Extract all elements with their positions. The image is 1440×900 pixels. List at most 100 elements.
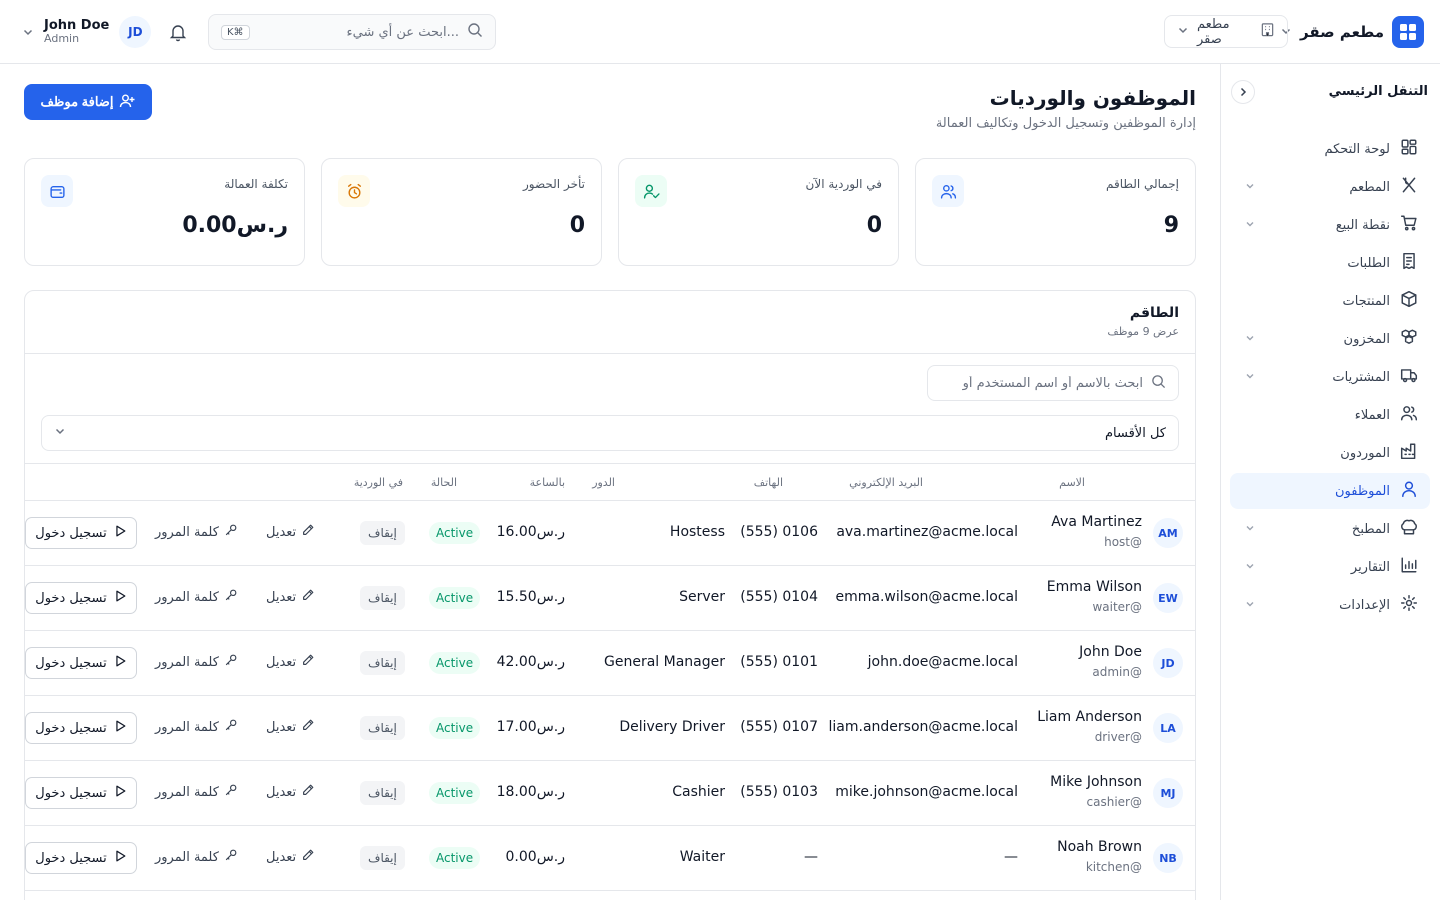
global-search-input[interactable]: ابحث عن أي شيء... K⌘ <box>208 14 496 50</box>
staff-search-input[interactable]: ابحث بالاسم أو اسم المستخدم أو <box>927 365 1179 401</box>
sidebar-item-suppliers[interactable]: الموردون <box>1230 435 1430 471</box>
truck-icon <box>1400 366 1418 388</box>
chevron-down-icon <box>1244 370 1258 384</box>
staff-panel-title: الطاقم <box>1129 305 1179 321</box>
edit-button[interactable]: تعديل <box>266 783 315 801</box>
sidebar-item-reports[interactable]: التقارير <box>1230 549 1430 585</box>
edit-button[interactable]: تعديل <box>266 523 315 541</box>
clock-in-label: تسجيل دخول <box>35 720 107 736</box>
staff-panel: الطاقم عرض 9 موظف ابحث بالاسم أو اسم الم… <box>24 290 1196 900</box>
edit-label: تعديل <box>266 524 297 540</box>
avatar: JD <box>1153 648 1183 678</box>
key-icon <box>224 523 238 541</box>
employee-phone: (555) 0103 <box>740 784 818 800</box>
add-employee-button[interactable]: إضافة موظف <box>24 84 152 120</box>
stat-value: 9 <box>1163 213 1179 238</box>
password-label: كلمة المرور <box>155 784 219 800</box>
play-icon <box>113 654 127 672</box>
sidebar-item-dashboard[interactable]: لوحة التحكم <box>1230 131 1430 167</box>
employee-email: liam.anderson@acme.local <box>828 719 1019 735</box>
sidebar-collapse-button[interactable] <box>1231 80 1255 104</box>
column-name[interactable]: الاسم <box>1059 476 1085 489</box>
edit-button[interactable]: تعديل <box>266 653 315 671</box>
bell-icon[interactable] <box>168 22 188 42</box>
reset-password-button[interactable]: كلمة المرور <box>155 848 238 866</box>
reset-password-button[interactable]: كلمة المرور <box>155 653 238 671</box>
clock-in-label: تسجيل دخول <box>35 590 107 606</box>
employee-email: — <box>1004 849 1018 865</box>
user-role: Admin <box>44 32 80 46</box>
employee-hourly-rate: ر.س15.50 <box>496 589 565 605</box>
sidebar-item-inventory[interactable]: المخزون <box>1230 321 1430 357</box>
employee-hourly-rate: ر.س42.00 <box>496 654 565 670</box>
reset-password-button[interactable]: كلمة المرور <box>155 718 238 736</box>
clock-in-button[interactable]: تسجيل دخول <box>25 517 137 549</box>
pencil-icon <box>301 783 315 801</box>
stat-card-late-arrivals: تأخر الحضور 0 <box>321 158 602 266</box>
sidebar-item-customers[interactable]: العملاء <box>1230 397 1430 433</box>
sidebar-item-label: الإعدادات <box>1339 597 1390 613</box>
column-email[interactable]: البريد الإلكتروني <box>849 476 923 489</box>
column-rate[interactable]: بالساعة <box>530 476 565 489</box>
password-label: كلمة المرور <box>155 524 219 540</box>
sidebar-item-label: لوحة التحكم <box>1324 141 1390 157</box>
users-icon <box>932 175 964 207</box>
clock-in-label: تسجيل دخول <box>35 525 107 541</box>
branch-select[interactable]: مطعم صقر <box>1164 15 1288 48</box>
employee-username: admin@ <box>1092 665 1142 679</box>
brand-switcher[interactable]: مطعم صقر <box>1280 16 1424 48</box>
column-phone[interactable]: الهاتف <box>754 476 783 489</box>
edit-button[interactable]: تعديل <box>266 848 315 866</box>
shift-badge: إيقاف <box>360 781 405 805</box>
sidebar-item-products[interactable]: المنتجات <box>1230 283 1430 319</box>
user-menu[interactable]: John Doe Admin JD <box>22 15 152 49</box>
column-role[interactable]: الدور <box>592 476 615 489</box>
staff-search-placeholder: ابحث بالاسم أو اسم المستخدم أو <box>962 375 1143 391</box>
pencil-icon <box>301 588 315 606</box>
sidebar-item-settings[interactable]: الإعدادات <box>1230 587 1430 623</box>
table-row: NB Noah Brown kitchen@ — — Waiter ر.س0.00 Activ… <box>25 826 1195 891</box>
password-label: كلمة المرور <box>155 589 219 605</box>
key-icon <box>224 653 238 671</box>
sidebar-item-restaurant[interactable]: المطعم <box>1230 169 1430 205</box>
stat-label: تكلفة العمالة <box>224 177 288 191</box>
clock-in-button[interactable]: تسجيل دخول <box>25 712 137 744</box>
add-employee-label: إضافة موظف <box>40 94 114 109</box>
play-icon <box>113 589 127 607</box>
staff-panel-subtitle: عرض 9 موظف <box>1107 325 1179 338</box>
clock-in-button[interactable]: تسجيل دخول <box>25 582 137 614</box>
reset-password-button[interactable]: كلمة المرور <box>155 783 238 801</box>
avatar: NB <box>1153 843 1183 873</box>
pencil-icon <box>301 653 315 671</box>
receipt-icon <box>1400 252 1418 274</box>
sidebar-item-label: المطعم <box>1349 179 1390 195</box>
sidebar-item-purchases[interactable]: المشتريات <box>1230 359 1430 395</box>
sidebar-item-kitchen[interactable]: المطبخ <box>1230 511 1430 547</box>
boxes-icon <box>1400 328 1418 350</box>
clock-in-button[interactable]: تسجيل دخول <box>25 647 137 679</box>
column-status[interactable]: الحالة <box>431 476 457 489</box>
sidebar-item-employees[interactable]: الموظفون <box>1230 473 1430 509</box>
sidebar-item-orders[interactable]: الطلبات <box>1230 245 1430 281</box>
brand-name: مطعم صقر <box>1300 23 1384 41</box>
sidebar-item-label: الطلبات <box>1347 255 1390 271</box>
column-shift[interactable]: في الوردية <box>354 476 403 489</box>
status-badge: Active <box>429 717 481 739</box>
play-icon <box>113 849 127 867</box>
employee-role: General Manager <box>604 654 725 670</box>
department-select[interactable]: كل الأقسام <box>41 415 1179 451</box>
table-row: LA Liam Anderson driver@ liam.anderson@acme… <box>25 696 1195 761</box>
reset-password-button[interactable]: كلمة المرور <box>155 523 238 541</box>
sidebar-nav: لوحة التحكم المطعم نقطة البيع الطلبات المنتج… <box>1230 131 1430 625</box>
reset-password-button[interactable]: كلمة المرور <box>155 588 238 606</box>
edit-button[interactable]: تعديل <box>266 588 315 606</box>
employee-username: cashier@ <box>1086 795 1142 809</box>
employee-role: Delivery Driver <box>619 719 725 735</box>
edit-button[interactable]: تعديل <box>266 718 315 736</box>
clock-in-button[interactable]: تسجيل دخول <box>25 842 137 874</box>
employee-username: kitchen@ <box>1085 860 1142 874</box>
stat-value: 0 <box>866 213 882 238</box>
sidebar-item-pos[interactable]: نقطة البيع <box>1230 207 1430 243</box>
clock-in-button[interactable]: تسجيل دخول <box>25 777 137 809</box>
edit-label: تعديل <box>266 784 297 800</box>
